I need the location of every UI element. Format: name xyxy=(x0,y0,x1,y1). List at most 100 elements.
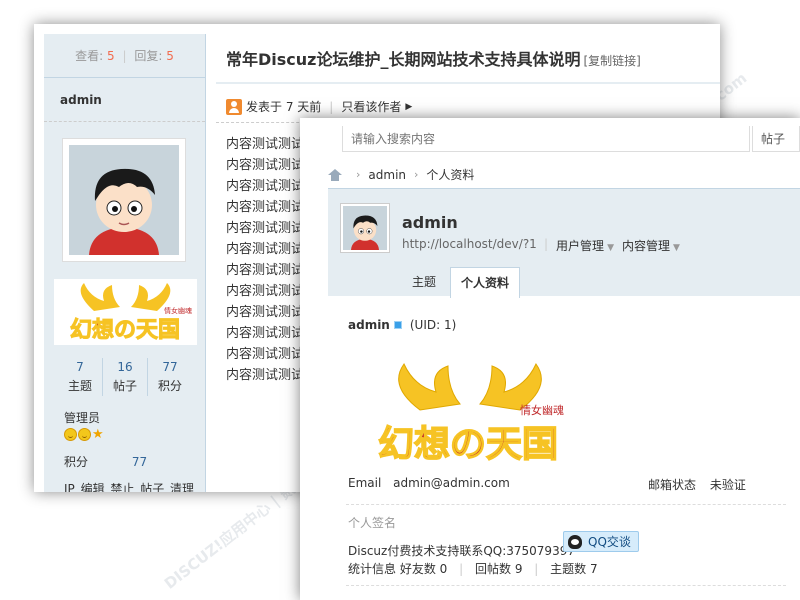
uid: (UID: 1) xyxy=(409,318,457,332)
post-time: 发表于 7 天前 xyxy=(246,100,322,114)
tab-profile[interactable]: 个人资料 xyxy=(450,267,521,298)
online-status-icon xyxy=(393,321,402,329)
stat-label: 主题 xyxy=(67,379,92,393)
content-line: 内容测试测试 xyxy=(226,347,305,362)
profile-menus: | 用户管理 ▼ 内容管理 ▼ xyxy=(544,237,680,254)
rank-icons: ★ xyxy=(64,428,104,441)
medal-banner: 幻想の天国 情女幽魂 xyxy=(54,279,197,345)
chevron-down-icon: ▼ xyxy=(673,243,680,253)
friends-count[interactable]: 好友数 0 xyxy=(400,562,447,576)
chevron-down-icon: ▼ xyxy=(607,243,614,253)
breadcrumb-current: 个人资料 xyxy=(426,168,475,182)
content-line: 内容测试测试 xyxy=(226,368,305,383)
signature-text: Discuz付费技术支持联系QQ:375079397 xyxy=(348,544,575,558)
stat-value: 7 xyxy=(76,360,84,374)
menu-label: 用户管理 xyxy=(556,239,605,253)
profile-url[interactable]: http://localhost/dev/?1 xyxy=(402,237,537,251)
email-label: Email xyxy=(348,476,382,490)
content-line: 内容测试测试 xyxy=(226,200,305,215)
mail-status-value: 未验证 xyxy=(709,478,746,492)
content-line: 内容测试测试 xyxy=(226,242,305,257)
stat-label: 帖子 xyxy=(112,379,137,393)
star-icon: ★ xyxy=(92,427,104,442)
smile-icon xyxy=(64,428,77,441)
smile-icon xyxy=(78,428,91,441)
author-name-link[interactable]: admin xyxy=(44,78,205,122)
content-line: 内容测试测试 xyxy=(226,158,305,173)
tab-threads[interactable]: 主题 xyxy=(402,267,446,297)
stat-value: 77 xyxy=(162,360,178,374)
search-bar: 帖子 xyxy=(300,118,800,152)
meta-divider: | xyxy=(329,99,334,114)
svg-text:情女幽魂: 情女幽魂 xyxy=(164,306,192,315)
breadcrumb-user[interactable]: admin xyxy=(368,168,406,182)
search-input[interactable] xyxy=(342,126,750,152)
replies-count[interactable]: 回帖数 9 xyxy=(475,562,522,576)
content-line: 内容测试测试 xyxy=(226,221,305,236)
content-line: 内容测试测试 xyxy=(226,137,305,152)
stat-posts[interactable]: 16 帖子 xyxy=(103,358,148,396)
user-group[interactable]: 管理员 xyxy=(64,409,100,426)
replies-label: 回复: xyxy=(134,49,163,63)
user-icon xyxy=(226,98,242,115)
profile-name: admin xyxy=(348,318,390,332)
svg-text:幻想の天国: 幻想の天国 xyxy=(70,317,180,343)
stat-value: 16 xyxy=(117,360,133,374)
admin-actions[interactable]: IP 编辑 禁止 帖子 清理 xyxy=(64,480,194,492)
qq-chat-label: QQ交谈 xyxy=(588,535,631,549)
post-content: 内容测试测试 内容测试测试 内容测试测试 内容测试测试 内容测试测试 内容测试测… xyxy=(226,134,304,386)
play-icon: ▶ xyxy=(405,101,413,112)
stats-label: 统计信息 xyxy=(348,562,397,576)
qq-penguin-icon xyxy=(568,534,582,549)
user-manage-menu[interactable]: 用户管理 ▼ xyxy=(556,237,614,254)
svg-text:幻想の天国: 幻想の天国 xyxy=(378,424,558,465)
author-stats: 7 主题 16 帖子 77 积分 xyxy=(58,358,192,396)
profile-window: 帖子 › admin › 个人资料 admin htt xyxy=(300,118,800,600)
stats-divider: | xyxy=(122,49,127,63)
author-sidebar: 查看: 5 | 回复: 5 admin 幻想の天国 情女幽魂 7 主题 16 帖… xyxy=(44,34,206,492)
views-label: 查看: xyxy=(75,49,104,63)
qq-chat-button[interactable]: QQ交谈 xyxy=(563,531,639,552)
stat-credits[interactable]: 77 积分 xyxy=(148,358,192,396)
signature-label: 个人签名 xyxy=(348,516,397,530)
divider xyxy=(346,504,786,505)
profile-username: admin xyxy=(402,213,458,232)
credit-value: 77 xyxy=(131,455,148,469)
home-icon[interactable] xyxy=(328,168,342,181)
content-line: 内容测试测试 xyxy=(226,305,305,320)
email-value: admin@admin.com xyxy=(393,476,510,490)
chevron-right-icon: › xyxy=(356,168,361,181)
content-line: 内容测试测试 xyxy=(226,263,305,278)
medal-banner: 幻想の天国 情女幽魂 xyxy=(360,358,580,468)
thread-title-text: 常年Discuz论坛维护_长期网站技术支持具体说明 xyxy=(226,50,581,69)
svg-text:情女幽魂: 情女幽魂 xyxy=(520,403,564,417)
threads-count[interactable]: 主题数 7 xyxy=(550,562,597,576)
title-divider xyxy=(216,82,720,84)
content-line: 内容测试测试 xyxy=(226,284,305,299)
content-line: 内容测试测试 xyxy=(226,326,305,341)
credit-label: 积分 xyxy=(64,455,89,469)
thread-stats: 查看: 5 | 回复: 5 xyxy=(44,34,205,78)
stat-label: 积分 xyxy=(157,379,182,393)
only-author-link[interactable]: 只看该作者 xyxy=(341,98,401,115)
search-scope-button[interactable]: 帖子 xyxy=(752,126,800,152)
replies-count: 5 xyxy=(166,49,174,63)
post-meta: 发表于 7 天前 | 只看该作者 ▶ xyxy=(226,98,412,115)
uid-row: admin (UID: 1) xyxy=(348,318,456,332)
copy-link-button[interactable]: [复制链接] xyxy=(583,54,640,68)
content-manage-menu[interactable]: 内容管理 ▼ xyxy=(622,237,680,254)
breadcrumb: › admin › 个人资料 xyxy=(328,166,474,183)
author-avatar[interactable] xyxy=(62,138,186,262)
content-line: 内容测试测试 xyxy=(226,179,305,194)
mail-status-label: 邮箱状态 xyxy=(648,478,697,492)
credit-row: 积分 77 xyxy=(64,453,147,470)
menu-divider: | xyxy=(544,237,549,251)
stat-threads[interactable]: 7 主题 xyxy=(58,358,103,396)
profile-stats: 统计信息 好友数 0 | 回帖数 9 | 主题数 7 xyxy=(348,560,598,577)
profile-avatar[interactable] xyxy=(340,203,390,253)
menu-label: 内容管理 xyxy=(621,239,670,253)
chevron-right-icon: › xyxy=(414,168,419,181)
views-count: 5 xyxy=(107,49,115,63)
stats-divider: | xyxy=(534,562,539,576)
divider xyxy=(346,585,786,586)
